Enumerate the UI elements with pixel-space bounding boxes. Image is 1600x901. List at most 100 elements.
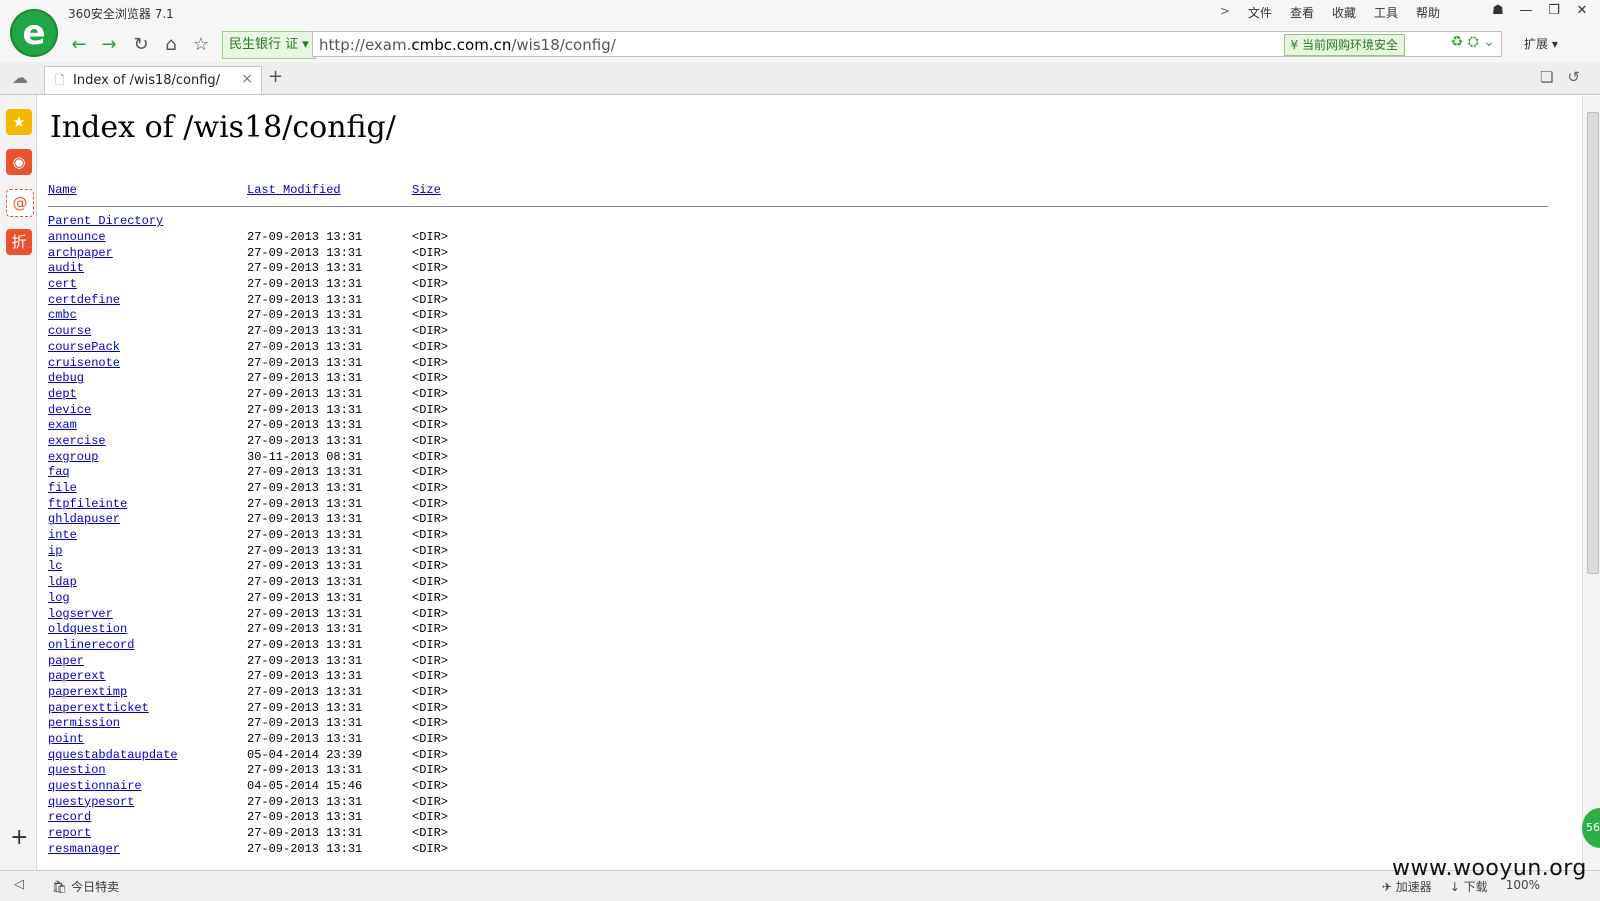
bank-badge[interactable]: 民生银行 证 ▾: [222, 31, 316, 59]
directory-link[interactable]: cert: [48, 277, 77, 291]
restore-tabs-icon[interactable]: ❏: [1540, 68, 1553, 86]
directory-link[interactable]: qquestabdataupdate: [48, 748, 178, 762]
maximize-button[interactable]: ❐: [1540, 0, 1568, 22]
close-button[interactable]: ✕: [1568, 0, 1596, 22]
address-tools-icon[interactable]: ♻ ⛭ ⌄: [1451, 34, 1495, 50]
modified-date: 27-09-2013 13:31: [247, 465, 363, 480]
directory-link[interactable]: course: [48, 324, 91, 338]
new-tab-button[interactable]: +: [268, 66, 283, 87]
directory-link[interactable]: record: [48, 810, 91, 824]
directory-link[interactable]: onlinerecord: [48, 638, 134, 652]
cloud-icon[interactable]: ☁: [12, 68, 28, 87]
discount-icon[interactable]: 折: [6, 229, 32, 255]
directory-link[interactable]: audit: [48, 261, 84, 275]
size-value: <DIR>: [412, 575, 449, 590]
directory-link[interactable]: exercise: [48, 434, 106, 448]
size-value: <DIR>: [412, 684, 449, 699]
column-headers: Name Last Modified Size: [48, 183, 1548, 199]
directory-link[interactable]: exgroup: [48, 450, 98, 464]
directory-link[interactable]: logserver: [48, 607, 113, 621]
directory-link[interactable]: certdefine: [48, 293, 120, 307]
tab-close-icon[interactable]: ×: [241, 71, 253, 87]
mail-icon[interactable]: @: [6, 189, 34, 217]
directory-link[interactable]: point: [48, 732, 84, 746]
directory-link[interactable]: permission: [48, 716, 120, 730]
back-button[interactable]: ←: [66, 32, 92, 58]
weibo-icon[interactable]: ◉: [6, 149, 32, 175]
menu-tools[interactable]: 工具: [1374, 4, 1398, 21]
scrollbar-thumb[interactable]: [1587, 112, 1599, 574]
directory-link[interactable]: archpaper: [48, 246, 113, 260]
directory-link[interactable]: file: [48, 481, 77, 495]
favorites-star-icon[interactable]: ★: [6, 109, 32, 135]
directory-link[interactable]: ghldapuser: [48, 512, 120, 526]
directory-link[interactable]: question: [48, 763, 106, 777]
modified-date: 27-09-2013 13:31: [247, 810, 363, 825]
directory-link[interactable]: cruisenote: [48, 356, 120, 370]
directory-link[interactable]: device: [48, 403, 91, 417]
directory-link[interactable]: dept: [48, 387, 77, 401]
directory-link[interactable]: ip: [48, 544, 62, 558]
directory-link[interactable]: ldap: [48, 575, 77, 589]
browser-logo-icon: e: [10, 9, 58, 57]
directory-link[interactable]: coursePack: [48, 340, 120, 354]
skin-icon[interactable]: ☗: [1484, 0, 1512, 22]
directory-link[interactable]: lc: [48, 559, 62, 573]
sort-by-modified-link[interactable]: Last Modified: [247, 183, 341, 197]
menu-chevron-icon[interactable]: >: [1220, 4, 1230, 21]
directory-link[interactable]: paperextimp: [48, 685, 127, 699]
modified-date: 27-09-2013 13:31: [247, 716, 363, 731]
undo-close-icon[interactable]: ↺: [1567, 68, 1580, 86]
directory-link[interactable]: cmbc: [48, 308, 77, 322]
favorite-star-icon[interactable]: ☆: [188, 32, 214, 58]
modified-date: 27-09-2013 13:31: [247, 606, 363, 621]
directory-link[interactable]: questionnaire: [48, 779, 142, 793]
directory-link[interactable]: log: [48, 591, 70, 605]
menu-view[interactable]: 查看: [1290, 4, 1314, 21]
collapse-sidebar-icon[interactable]: ◁: [14, 877, 24, 892]
modified-date: 27-09-2013 13:31: [247, 230, 363, 244]
sort-by-size-link[interactable]: Size: [412, 183, 441, 197]
directory-link[interactable]: announce: [48, 230, 106, 244]
parent-directory-link[interactable]: Parent Directory: [48, 214, 163, 228]
directory-link[interactable]: paperext: [48, 669, 106, 683]
size-value: <DIR>: [412, 230, 449, 244]
size-value: <DIR>: [412, 245, 449, 260]
extensions-button[interactable]: 扩展 ▾: [1524, 35, 1558, 52]
refresh-button[interactable]: ↻: [128, 32, 154, 58]
forward-button[interactable]: →: [96, 32, 122, 58]
size-value: <DIR>: [412, 716, 449, 731]
menu-help[interactable]: 帮助: [1416, 4, 1440, 21]
directory-link[interactable]: oldquestion: [48, 622, 127, 636]
address-bar[interactable]: http://exam.cmbc.com.cn/wis18/config/ ¥ …: [312, 31, 1502, 57]
directory-link[interactable]: report: [48, 826, 91, 840]
today-deals-link[interactable]: 🛍 今日特卖: [52, 878, 119, 895]
directory-link[interactable]: ftpfileinte: [48, 497, 127, 511]
size-value: <DIR>: [412, 763, 449, 778]
directory-link[interactable]: paper: [48, 654, 84, 668]
tab-active[interactable]: 🗋 Index of /wis18/config/ ×: [44, 66, 262, 94]
size-value: <DIR>: [412, 496, 449, 511]
sort-by-name-link[interactable]: Name: [48, 183, 77, 197]
sidebar-add-button[interactable]: +: [10, 825, 28, 850]
url-text[interactable]: http://exam.cmbc.com.cn/wis18/config/: [319, 36, 616, 54]
home-button[interactable]: ⌂: [158, 32, 184, 58]
directory-link[interactable]: faq: [48, 465, 70, 479]
directory-link[interactable]: inte: [48, 528, 77, 542]
menu-favorites[interactable]: 收藏: [1332, 4, 1356, 21]
directory-link[interactable]: paperextticket: [48, 701, 149, 715]
vertical-scrollbar[interactable]: [1582, 96, 1600, 870]
size-value: <DIR>: [412, 465, 449, 480]
directory-link[interactable]: exam: [48, 418, 77, 432]
directory-link[interactable]: debug: [48, 371, 84, 385]
directory-link[interactable]: questypesort: [48, 795, 134, 809]
directory-link[interactable]: resmanager: [48, 842, 120, 856]
safe-shopping-badge[interactable]: ¥ 当前网购环境安全: [1283, 34, 1405, 56]
minimize-button[interactable]: —: [1512, 0, 1540, 22]
modified-date: 27-09-2013 13:31: [247, 700, 363, 715]
modified-date: 05-04-2014 23:39: [247, 747, 363, 762]
menu-file[interactable]: 文件: [1248, 4, 1272, 21]
modified-date: 27-09-2013 13:31: [247, 402, 363, 417]
modified-date: 27-09-2013 13:31: [247, 481, 363, 495]
page-content: Index of /wis18/config/ Name Last Modifi…: [48, 96, 1578, 870]
